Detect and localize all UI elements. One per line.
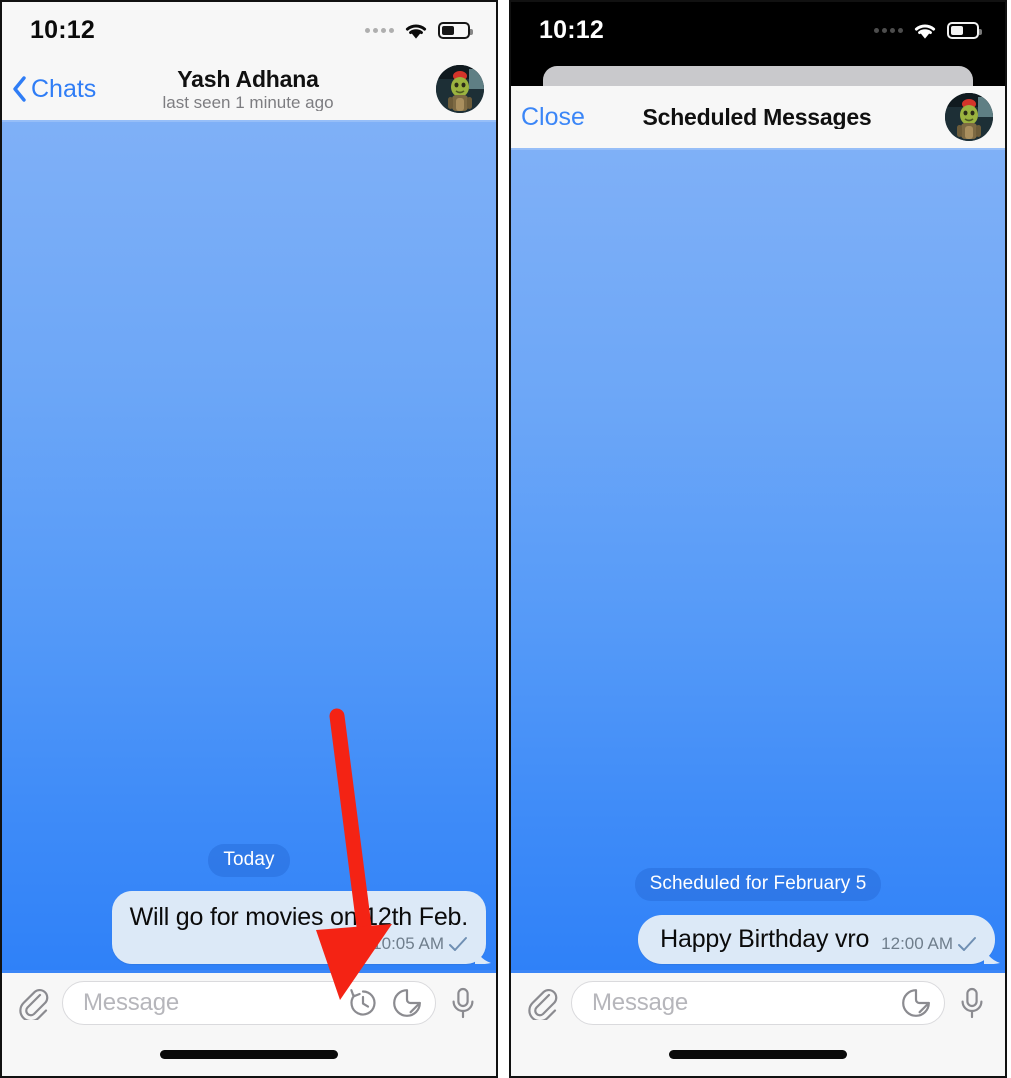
home-indicator[interactable] <box>160 1049 338 1059</box>
contact-avatar[interactable] <box>945 93 993 141</box>
signal-dots-icon <box>874 27 903 33</box>
avatar-image <box>436 65 484 113</box>
scheduled-messages-sheet: Close Scheduled Messages Scheduled for F… <box>511 86 1005 1076</box>
message-meta: 10:05 AM <box>130 934 468 954</box>
message-row: Will go for movies on 12th Feb. 10:05 AM <box>12 891 486 964</box>
page-title: Scheduled Messages <box>642 104 872 130</box>
navbar-right <box>364 65 484 113</box>
contact-status: last seen 1 minute ago <box>162 92 334 112</box>
back-to-chats-button[interactable]: Chats <box>12 75 132 104</box>
battery-icon <box>438 21 473 39</box>
scheduled-date-pill: Scheduled for February 5 <box>634 868 882 901</box>
home-indicator-area <box>511 1032 1005 1076</box>
close-button[interactable]: Close <box>521 103 641 132</box>
message-input[interactable]: Message <box>62 980 436 1025</box>
message-text: Will go for movies on 12th Feb. <box>129 903 469 931</box>
microphone-icon[interactable] <box>957 986 987 1020</box>
avatar-image <box>945 93 993 141</box>
comparison-screenshot: 10:12 Chats Yash Adhana last seen 1 minu… <box>0 0 1011 1078</box>
sticker-icon[interactable] <box>900 987 932 1019</box>
chat-top-divider <box>2 120 496 122</box>
contact-avatar[interactable] <box>436 65 484 113</box>
modal-card-stack <box>511 58 1005 106</box>
paperclip-icon[interactable] <box>525 986 559 1020</box>
chevron-left-icon <box>13 76 26 102</box>
single-check-icon <box>449 937 467 951</box>
chat-message-list[interactable]: Today Will go for movies on 12th Feb. 10… <box>2 120 496 970</box>
message-time: 12:00 AM <box>881 934 953 953</box>
status-bar: 10:12 <box>2 2 496 58</box>
back-button-label: Chats <box>31 74 97 103</box>
status-bar-indicators <box>365 21 473 40</box>
message-input[interactable]: Message <box>571 980 945 1025</box>
message-composer: Message <box>2 970 496 1032</box>
sheet-navbar: Close Scheduled Messages <box>511 86 1005 148</box>
home-indicator-area <box>2 1032 496 1076</box>
day-divider-pill: Today <box>208 844 290 877</box>
sticker-icon[interactable] <box>391 987 423 1019</box>
status-bar-time: 10:12 <box>539 15 604 44</box>
message-bubble-outgoing[interactable]: Happy Birthday vro 12:00 AM <box>638 915 995 964</box>
battery-icon <box>947 21 982 39</box>
home-indicator[interactable] <box>669 1049 847 1059</box>
microphone-icon[interactable] <box>448 986 478 1020</box>
phone-screen-chat: 10:12 Chats Yash Adhana last seen 1 minu… <box>0 0 498 1078</box>
chat-top-divider <box>511 148 1005 150</box>
day-divider-row: Today <box>12 844 486 877</box>
status-bar-time: 10:12 <box>30 15 95 44</box>
message-bubble-outgoing[interactable]: Will go for movies on 12th Feb. 10:05 AM <box>111 891 486 964</box>
status-bar: 10:12 <box>511 2 1005 58</box>
paperclip-icon[interactable] <box>16 986 50 1020</box>
message-meta: 12:00 AM <box>881 934 977 954</box>
scheduled-message-list[interactable]: Scheduled for February 5 Happy Birthday … <box>511 148 1005 970</box>
chat-navbar: Chats Yash Adhana last seen 1 minute ago <box>2 58 496 120</box>
message-input-placeholder: Message <box>592 988 688 1016</box>
status-bar-indicators <box>874 21 982 40</box>
message-composer: Message <box>511 970 1005 1032</box>
wifi-icon <box>914 24 936 39</box>
message-row: Happy Birthday vro 12:00 AM <box>521 915 995 964</box>
message-time: 10:05 AM <box>372 934 444 953</box>
navbar-right <box>873 93 993 141</box>
wifi-icon <box>405 24 427 39</box>
chat-title-block[interactable]: Yash Adhana last seen 1 minute ago <box>132 67 364 112</box>
message-text: Happy Birthday vro <box>660 925 870 953</box>
single-check-icon <box>958 937 976 951</box>
phone-screen-scheduled: 10:12 Close Scheduled Messages Scheduled… <box>509 0 1007 1078</box>
day-divider-row: Scheduled for February 5 <box>521 868 995 901</box>
message-input-placeholder: Message <box>83 988 179 1016</box>
schedule-clock-icon[interactable] <box>347 987 379 1019</box>
signal-dots-icon <box>365 27 394 33</box>
sheet-title-block: Scheduled Messages <box>641 105 873 129</box>
contact-name: Yash Adhana <box>177 66 319 92</box>
